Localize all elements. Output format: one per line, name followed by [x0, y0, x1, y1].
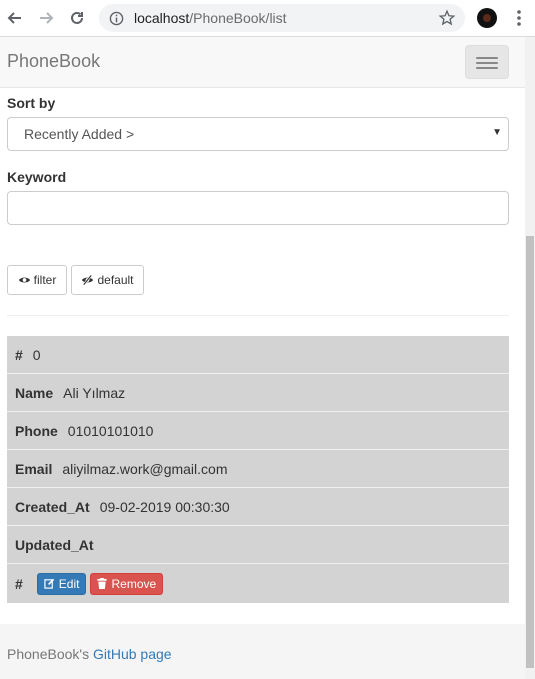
github-link[interactable]: GitHub page	[93, 646, 172, 662]
table-row-phone: Phone 01010101010	[7, 412, 509, 450]
footer-prefix: PhoneBook's	[7, 646, 93, 662]
name-value: Ali Yılmaz	[63, 384, 126, 401]
remove-button-label: Remove	[111, 576, 157, 591]
eye-icon	[18, 277, 30, 283]
sort-select[interactable]: Recently Added > ▼	[7, 117, 509, 151]
forward-button[interactable]	[35, 7, 57, 29]
eye-slash-icon	[82, 274, 94, 286]
table-row-actions: # Edit Remove	[7, 564, 509, 603]
table-row-created: Created_At 09-02-2019 00:30:30	[7, 488, 509, 526]
table-row-email: Email aliyilmaz.work@gmail.com	[7, 450, 509, 488]
keyword-input[interactable]	[7, 191, 509, 225]
dropdown-arrow-icon: ▼	[492, 127, 502, 138]
actions-key: #	[15, 575, 23, 592]
table-row-id: # 0	[7, 336, 509, 374]
info-icon[interactable]	[109, 11, 124, 26]
phone-value: 01010101010	[67, 422, 154, 439]
brand-link[interactable]: PhoneBook	[7, 51, 100, 72]
kebab-menu-icon[interactable]	[513, 9, 525, 27]
edit-button[interactable]: Edit	[36, 572, 87, 595]
created-key: Created_At	[15, 498, 90, 515]
id-value: 0	[32, 346, 41, 363]
table-row-updated: Updated_At	[7, 526, 509, 564]
keyword-label: Keyword	[7, 169, 67, 185]
trash-icon	[97, 578, 108, 589]
scrollbar-thumb[interactable]	[526, 236, 534, 668]
phone-key: Phone	[15, 422, 58, 439]
default-button[interactable]: default	[71, 265, 144, 295]
profile-avatar[interactable]	[477, 8, 497, 28]
address-bar[interactable]: localhost/PhoneBook/list	[99, 4, 465, 32]
bookmark-star-icon[interactable]	[438, 9, 456, 27]
footer: PhoneBook's GitHub page	[0, 624, 525, 679]
sort-label: Sort by	[7, 95, 56, 111]
edit-button-label: Edit	[58, 576, 80, 591]
email-key: Email	[15, 460, 53, 477]
table-row-name: Name Ali Yılmaz	[7, 374, 509, 412]
filter-button-label: filter	[33, 273, 57, 287]
forward-arrow-icon	[40, 12, 54, 24]
reload-icon	[71, 11, 83, 24]
hamburger-icon	[476, 57, 498, 59]
email-value: aliyilmaz.work@gmail.com	[62, 460, 228, 477]
id-key: #	[15, 346, 23, 363]
created-value: 09-02-2019 00:30:30	[99, 498, 230, 515]
remove-button[interactable]: Remove	[90, 572, 164, 595]
sort-selected-value: Recently Added >	[24, 126, 135, 142]
updated-key: Updated_At	[15, 536, 94, 553]
back-arrow-icon	[7, 12, 21, 24]
name-key: Name	[15, 384, 54, 401]
url-path: /PhoneBook/list	[189, 10, 287, 26]
url-host: localhost	[134, 10, 190, 26]
navbar: PhoneBook	[0, 37, 525, 88]
browser-toolbar: localhost/PhoneBook/list	[0, 0, 535, 37]
footer-text: PhoneBook's GitHub page	[7, 646, 172, 662]
reload-button[interactable]	[66, 7, 88, 29]
navbar-toggle-button[interactable]	[465, 45, 509, 79]
back-button[interactable]	[4, 7, 26, 29]
default-button-label: default	[97, 273, 134, 287]
edit-icon	[44, 578, 55, 589]
record-table: # 0 Name Ali Yılmaz Phone 01010101010 Em…	[7, 336, 509, 603]
filter-button[interactable]: filter	[7, 265, 67, 295]
divider	[7, 315, 509, 316]
